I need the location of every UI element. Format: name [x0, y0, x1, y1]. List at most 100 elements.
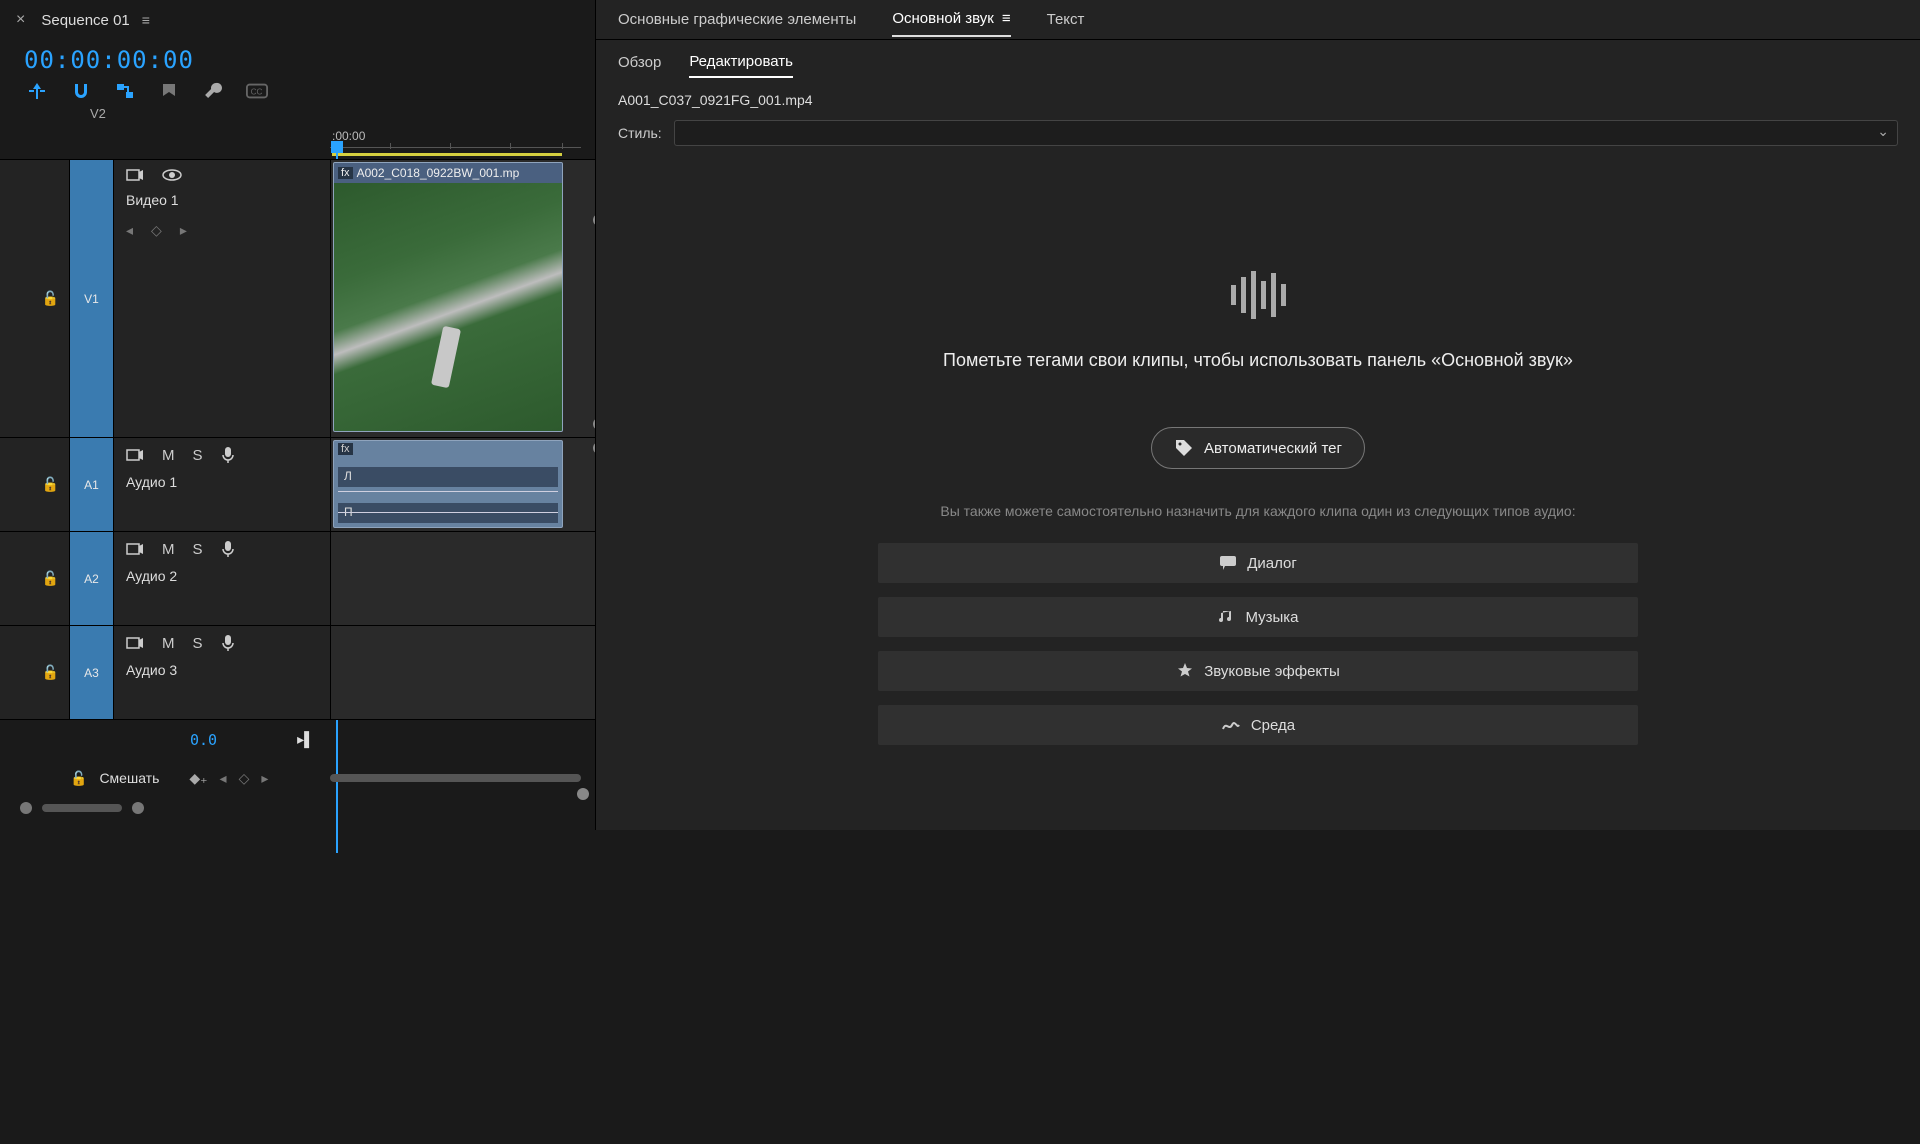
playhead[interactable]: [331, 141, 343, 153]
track-tag-a2[interactable]: A2: [70, 532, 114, 625]
voice-over-icon[interactable]: [221, 540, 235, 558]
mute-button[interactable]: M: [162, 447, 175, 464]
wrench-icon[interactable]: [202, 80, 224, 102]
track-content-a3[interactable]: [330, 626, 595, 719]
next-keyframe-icon[interactable]: ▸: [180, 222, 187, 239]
tab-graphics[interactable]: Основные графические элементы: [618, 3, 856, 36]
track-name-v1: Видео 1: [126, 192, 318, 208]
lock-icon[interactable]: 🔓: [42, 476, 59, 493]
auto-tag-button[interactable]: Автоматический тег: [1151, 427, 1365, 469]
zoom-scrollbar[interactable]: [330, 774, 581, 782]
solo-button[interactable]: S: [193, 447, 203, 464]
track-name-a2: Аудио 2: [126, 568, 318, 584]
next-keyframe-icon[interactable]: ▸: [261, 770, 268, 787]
timecode-display[interactable]: 00:00:00:00: [24, 46, 194, 74]
tab-text[interactable]: Текст: [1047, 3, 1085, 36]
track-row-a1: 🔓 A1 M S Аудио 1 fx: [0, 437, 595, 531]
essential-sound-empty-state: Пометьте тегами свои клипы, чтобы исполь…: [596, 160, 1920, 830]
panel-menu-icon[interactable]: ≡: [1002, 10, 1011, 27]
video-clip[interactable]: fx A002_C018_0922BW_001.mp: [333, 162, 563, 432]
audio-clip[interactable]: fx Л П: [333, 440, 563, 528]
keyframe-diamond-icon[interactable]: ◇: [239, 770, 250, 787]
goto-end-icon[interactable]: ▸▌: [297, 731, 314, 748]
edge-handle[interactable]: [577, 788, 589, 800]
fx-badge[interactable]: fx: [338, 167, 353, 179]
subtab-overview[interactable]: Обзор: [618, 48, 661, 77]
track-tag-v1[interactable]: V1: [70, 160, 114, 437]
audio-type-music-button[interactable]: Музыка: [878, 597, 1638, 637]
style-label: Стиль:: [618, 125, 662, 141]
v2-track-label: V2: [90, 106, 595, 121]
snap-icon[interactable]: [70, 80, 92, 102]
edge-handle[interactable]: [593, 418, 595, 430]
source-patching-icon[interactable]: [126, 168, 144, 182]
lock-icon[interactable]: 🔓: [42, 570, 59, 587]
music-label: Музыка: [1245, 609, 1298, 626]
lock-icon[interactable]: 🔓: [42, 290, 59, 307]
fx-badge[interactable]: fx: [338, 443, 353, 455]
timeline-panel: × Sequence 01 ≡ 00:00:00:00 CC V2 :00:00: [0, 0, 596, 830]
mix-track-row: 0.0 ▸▌ 🔓 Смешать ◆₊ ◂ ◇ ▸: [0, 719, 595, 797]
track-row-v1: 🔓 V1 Видео 1 ◂ ◇ ▸: [0, 159, 595, 437]
time-ruler[interactable]: :00:00: [330, 129, 595, 159]
lock-icon[interactable]: 🔓: [70, 770, 87, 787]
waveform-icon: [1231, 270, 1286, 320]
marker-icon[interactable]: [158, 80, 180, 102]
captions-icon[interactable]: CC: [246, 80, 268, 102]
right-panel: Основные графические элементы Основной з…: [596, 0, 1920, 830]
track-content-a2[interactable]: [330, 532, 595, 625]
track-content-v1[interactable]: fx A002_C018_0922BW_001.mp: [330, 160, 595, 437]
audio-type-sfx-button[interactable]: Звуковые эффекты: [878, 651, 1638, 691]
source-patching-icon[interactable]: [126, 636, 144, 650]
sound-subtabs: Обзор Редактировать: [596, 40, 1920, 84]
add-keyframe-icon[interactable]: ◆₊: [189, 770, 207, 787]
music-icon: [1217, 608, 1235, 626]
linked-selection-icon[interactable]: [114, 80, 136, 102]
track-content-a1[interactable]: fx Л П: [330, 438, 595, 531]
prev-keyframe-icon[interactable]: ◂: [126, 222, 133, 239]
tab-essential-sound-label: Основной звук: [892, 10, 994, 27]
sequence-menu-icon[interactable]: ≡: [142, 12, 150, 28]
audio-type-dialog-button[interactable]: Диалог: [878, 543, 1638, 583]
solo-button[interactable]: S: [193, 541, 203, 558]
audio-type-ambience-button[interactable]: Среда: [878, 705, 1638, 745]
track-row-a2: 🔓 A2 M S Аудио 2: [0, 531, 595, 625]
solo-button[interactable]: S: [193, 635, 203, 652]
audio-lane-left: Л: [338, 467, 558, 487]
source-patching-icon[interactable]: [126, 448, 144, 462]
edge-handle[interactable]: [593, 214, 595, 226]
source-patching-icon[interactable]: [126, 542, 144, 556]
mute-button[interactable]: M: [162, 635, 175, 652]
selection-range[interactable]: [332, 153, 562, 156]
tab-essential-sound[interactable]: Основной звук ≡: [892, 2, 1010, 37]
voice-over-icon[interactable]: [221, 446, 235, 464]
subtab-edit[interactable]: Редактировать: [689, 47, 793, 78]
lock-icon[interactable]: 🔓: [42, 664, 59, 681]
eye-icon[interactable]: [162, 168, 182, 182]
voice-over-icon[interactable]: [221, 634, 235, 652]
mute-button[interactable]: M: [162, 541, 175, 558]
track-name-a1: Аудио 1: [126, 474, 318, 490]
add-keyframe-icon[interactable]: ◇: [151, 222, 162, 239]
close-sequence-button[interactable]: ×: [8, 7, 33, 33]
sfx-label: Звуковые эффекты: [1204, 663, 1340, 680]
insert-mode-icon[interactable]: [26, 80, 48, 102]
clip-filename: A002_C018_0922BW_001.mp: [357, 166, 520, 180]
sfx-icon: [1176, 662, 1194, 680]
track-tag-a3[interactable]: A3: [70, 626, 114, 719]
manual-tag-hint: Вы также можете самостоятельно назначить…: [940, 503, 1575, 519]
panel-tabs: Основные графические элементы Основной з…: [596, 0, 1920, 40]
mix-label: Смешать: [99, 770, 159, 786]
timeline-tool-row: CC: [0, 76, 595, 108]
style-dropdown[interactable]: [674, 120, 1898, 146]
audio-lane-right: П: [338, 503, 558, 523]
edge-handle[interactable]: [593, 442, 595, 454]
prev-keyframe-icon[interactable]: ◂: [220, 770, 227, 787]
sequence-tab-bar: × Sequence 01 ≡: [0, 0, 595, 40]
dialog-label: Диалог: [1247, 555, 1297, 572]
horizontal-scrollbar[interactable]: [0, 801, 595, 815]
svg-text:CC: CC: [251, 88, 263, 97]
selected-clip-filename: A001_C037_0921FG_001.mp4: [596, 84, 1920, 116]
track-tag-a1[interactable]: A1: [70, 438, 114, 531]
mix-value[interactable]: 0.0: [190, 731, 217, 749]
